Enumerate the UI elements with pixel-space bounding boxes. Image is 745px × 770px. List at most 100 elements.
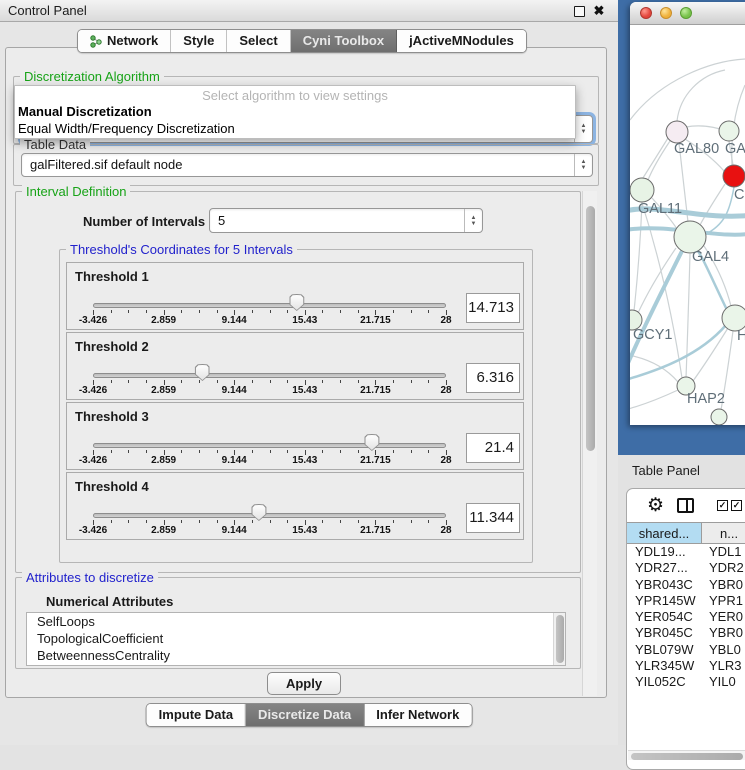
- column-header-name[interactable]: n...: [702, 523, 745, 543]
- attribute-list-item[interactable]: TopologicalCoefficient: [27, 630, 565, 647]
- network-edge[interactable]: [693, 328, 728, 381]
- threshold-value-field[interactable]: 6.316: [466, 363, 520, 393]
- network-node-label: C: [734, 187, 744, 203]
- number-of-intervals-combobox[interactable]: 5 ▲▼: [209, 208, 483, 233]
- attribute-list-item[interactable]: BetweennessCentrality: [27, 647, 565, 664]
- network-node[interactable]: [630, 178, 654, 202]
- slider-minor-tick: [270, 450, 271, 453]
- table-horizontal-scrollbar[interactable]: [628, 750, 745, 760]
- slider-tick-label: 9.144: [222, 525, 247, 536]
- threshold-label: Threshold 3: [75, 409, 149, 424]
- table-row[interactable]: YBL079WYBL0: [627, 642, 745, 658]
- threshold-slider-track[interactable]: [93, 443, 446, 448]
- table-data-combobox[interactable]: galFiltered.sif default node ▲▼: [21, 153, 593, 177]
- algorithm-dropdown-popup: Select algorithm to view settings Manual…: [14, 85, 576, 139]
- slider-minor-tick: [252, 380, 253, 383]
- apply-button[interactable]: Apply: [267, 672, 341, 695]
- threshold-row-3: Threshold 3-3.4262.8599.14415.4321.71528…: [66, 402, 524, 470]
- dropdown-placeholder-item[interactable]: Select algorithm to view settings: [15, 86, 575, 103]
- window-close-icon[interactable]: [640, 7, 652, 19]
- tab-infer-network[interactable]: Infer Network: [364, 704, 471, 726]
- split-columns-icon[interactable]: [677, 498, 694, 513]
- threshold-slider-handle[interactable]: [195, 364, 210, 381]
- checkbox-icon[interactable]: ✓: [731, 500, 742, 511]
- tab-discretize-data[interactable]: Discretize Data: [246, 704, 364, 726]
- slider-minor-tick: [217, 380, 218, 383]
- cell-name: YBR0: [702, 625, 745, 641]
- window-zoom-icon[interactable]: [680, 7, 692, 19]
- network-edge[interactable]: [630, 355, 678, 382]
- network-node[interactable]: [711, 409, 727, 425]
- threshold-slider-handle[interactable]: [251, 504, 266, 521]
- cell-name: YDL1: [702, 544, 745, 560]
- network-edge[interactable]: [686, 126, 720, 129]
- dropdown-item-manual-discretization[interactable]: Manual Discretization: [15, 103, 575, 120]
- close-panel-icon[interactable]: ✖: [592, 3, 606, 19]
- table-panel: Table Panel ⚙ ✓ ✓ shared... n... YDL19..…: [618, 455, 745, 745]
- combo-stepper-icon: ▲▼: [574, 116, 592, 142]
- threshold-value-field[interactable]: 11.344: [466, 503, 520, 533]
- table-row[interactable]: YIL052CYIL0: [627, 674, 745, 690]
- discretization-algorithm-title: Discretization Algorithm: [20, 69, 164, 84]
- table-row[interactable]: YDR27...YDR2: [627, 560, 745, 576]
- network-node[interactable]: [723, 165, 745, 187]
- dropdown-item-equal-width[interactable]: Equal Width/Frequency Discretization: [15, 120, 575, 137]
- tab-impute-data[interactable]: Impute Data: [147, 704, 246, 726]
- tab-cyni-toolbox[interactable]: Cyni Toolbox: [291, 30, 397, 52]
- threshold-value-field[interactable]: 21.4: [466, 433, 520, 463]
- slider-minor-tick: [428, 520, 429, 523]
- attributes-list-scrollbar[interactable]: [553, 613, 565, 665]
- tab-network[interactable]: Network: [78, 30, 171, 52]
- network-edge[interactable]: [648, 141, 670, 180]
- slider-minor-tick: [199, 520, 200, 523]
- numerical-attributes-list[interactable]: SelfLoopsTopologicalCoefficientBetweenne…: [26, 612, 566, 666]
- slider-tick-label: 28: [440, 385, 451, 396]
- slider-minor-tick: [217, 520, 218, 523]
- threshold-slider-handle[interactable]: [289, 294, 304, 311]
- network-node[interactable]: [719, 121, 739, 141]
- network-edge[interactable]: [677, 70, 725, 121]
- table-row[interactable]: YLR345WYLR3: [627, 658, 745, 674]
- table-row[interactable]: YDL19...YDL1: [627, 544, 745, 560]
- network-edge[interactable]: [630, 390, 678, 409]
- slider-minor-tick: [340, 380, 341, 383]
- column-header-shared-name[interactable]: shared...: [627, 523, 702, 543]
- slider-minor-tick: [287, 310, 288, 313]
- panel-scrollbar[interactable]: [582, 191, 597, 696]
- checkbox-icon[interactable]: ✓: [717, 500, 728, 511]
- tab-jactivemnodules[interactable]: jActiveMNodules: [397, 30, 526, 52]
- slider-minor-tick: [393, 380, 394, 383]
- table-toolbar: ⚙ ✓ ✓: [627, 489, 745, 522]
- network-edge[interactable]: [700, 184, 725, 225]
- network-node[interactable]: [666, 121, 688, 143]
- slider-minor-tick: [181, 450, 182, 453]
- number-of-intervals-value: 5: [218, 213, 225, 228]
- threshold-slider-track[interactable]: [93, 513, 446, 518]
- attribute-list-item[interactable]: SelfLoops: [27, 613, 565, 630]
- table-row[interactable]: YBR045CYBR0: [627, 625, 745, 641]
- threshold-value-field[interactable]: 14.713: [466, 293, 520, 323]
- float-panel-icon[interactable]: [574, 6, 585, 17]
- window-minimize-icon[interactable]: [660, 7, 672, 19]
- slider-minor-tick: [358, 380, 359, 383]
- network-edge[interactable]: [634, 202, 642, 311]
- cell-shared-name: YER054C: [627, 609, 702, 625]
- table-row[interactable]: YER054CYER0: [627, 609, 745, 625]
- slider-minor-tick: [411, 310, 412, 313]
- threshold-slider-track[interactable]: [93, 373, 446, 378]
- network-edge[interactable]: [686, 254, 690, 378]
- network-edge[interactable]: [630, 59, 745, 120]
- network-node-label: GCY1: [633, 327, 673, 343]
- slider-minor-tick: [128, 310, 129, 313]
- table-row[interactable]: YBR043CYBR0: [627, 577, 745, 593]
- network-canvas[interactable]: GAL80GACGAL11GAL4GCY1HHAP2: [630, 25, 745, 425]
- threshold-slider-handle[interactable]: [364, 434, 379, 451]
- slider-minor-tick: [322, 380, 323, 383]
- gear-icon[interactable]: ⚙: [647, 496, 664, 516]
- tab-style[interactable]: Style: [171, 30, 227, 52]
- threshold-slider-track[interactable]: [93, 303, 446, 308]
- table-row[interactable]: YPR145WYPR1: [627, 593, 745, 609]
- slider-minor-tick: [270, 310, 271, 313]
- tab-select[interactable]: Select: [227, 30, 290, 52]
- cell-name: YLR3: [702, 658, 745, 674]
